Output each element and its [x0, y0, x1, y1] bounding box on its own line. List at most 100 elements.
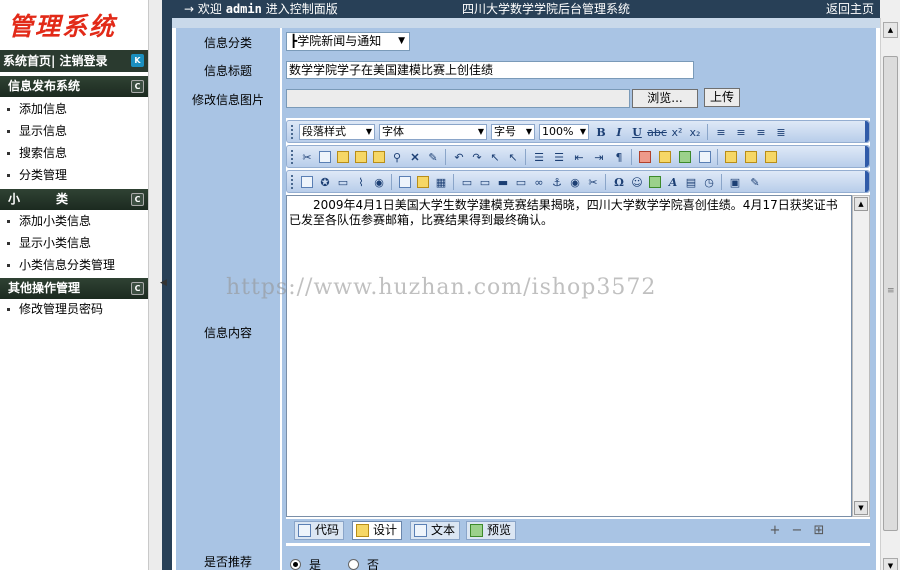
scroll-down-icon[interactable]: ▼ [854, 501, 868, 515]
indent-icon[interactable]: ⇥ [591, 149, 607, 165]
underline-icon[interactable]: U [629, 124, 645, 140]
table-icon[interactable] [397, 174, 413, 190]
toolbar-grip[interactable] [291, 125, 294, 139]
align-right-icon[interactable]: ≡ [753, 124, 769, 140]
art-text-icon[interactable]: A [665, 174, 681, 190]
sidebar-item-search-info[interactable]: 搜索信息 [0, 142, 148, 164]
sidebar-item-add-subcategory[interactable]: 添加小类信息 [0, 210, 148, 232]
collapse-all-button[interactable]: K [131, 54, 144, 67]
subscript-icon[interactable]: x₂ [687, 124, 703, 140]
enlarge-icon[interactable]: + [768, 524, 782, 538]
grid-icon[interactable]: ▦ [433, 174, 449, 190]
title-input[interactable]: 数学学院学子在美国建模比赛上创佳绩 [286, 61, 694, 79]
code-mode-button[interactable]: 代码 [294, 521, 345, 540]
redo-icon[interactable]: ↷ [469, 149, 485, 165]
shrink-icon[interactable]: − [790, 524, 804, 538]
attachment-icon[interactable]: ⌇ [353, 174, 369, 190]
table-props-icon[interactable] [415, 174, 431, 190]
scroll-down-icon[interactable]: ▼ [883, 558, 898, 570]
section-header-subcategory[interactable]: 小 类 C [0, 189, 148, 210]
flash-icon[interactable]: ✪ [317, 174, 333, 190]
design-mode-button[interactable]: 设计 [352, 521, 403, 540]
strikethrough-icon[interactable]: abc [647, 124, 667, 140]
paste-icon[interactable] [335, 149, 351, 165]
fullscreen-icon[interactable]: ▣ [727, 174, 743, 190]
highlight-icon[interactable] [657, 149, 673, 165]
web-icon[interactable]: ◉ [371, 174, 387, 190]
date-icon[interactable]: ▤ [683, 174, 699, 190]
horizontal-rule-icon[interactable]: ▬ [495, 174, 511, 190]
sidebar-item-show-info[interactable]: 显示信息 [0, 120, 148, 142]
sidebar-item-add-info[interactable]: 添加信息 [0, 98, 148, 120]
text-color-icon[interactable] [637, 149, 653, 165]
excel-icon[interactable] [647, 174, 663, 190]
upload-button[interactable]: 上传 [704, 88, 740, 107]
section-toggle-button[interactable]: C [131, 193, 144, 206]
fieldset-icon[interactable]: ▭ [459, 174, 475, 190]
editor-vertical-scrollbar[interactable]: ▲ ▼ [852, 195, 870, 517]
italic-icon[interactable]: I [611, 124, 627, 140]
font-size-select[interactable]: 字号 ▼ [491, 124, 535, 140]
undo-icon[interactable]: ↶ [451, 149, 467, 165]
unordered-list-icon[interactable]: ☰ [551, 149, 567, 165]
marquee-icon[interactable]: ▭ [513, 174, 529, 190]
unlink-icon[interactable]: ✂ [585, 174, 601, 190]
section-header-info-publish[interactable]: 信息发布系统 C [0, 76, 148, 97]
paste-word-icon[interactable] [371, 149, 387, 165]
media-icon[interactable]: ▭ [335, 174, 351, 190]
section-toggle-button[interactable]: C [131, 282, 144, 295]
align-justify-icon[interactable]: ≣ [773, 124, 789, 140]
copy-icon[interactable] [317, 149, 333, 165]
anchor-icon[interactable]: ⚓ [549, 174, 565, 190]
toolbar-grip[interactable] [291, 175, 294, 189]
top-nav-links[interactable]: 系统首页| 注销登录 K [0, 50, 148, 72]
background-color-icon[interactable] [677, 149, 693, 165]
outdent-icon[interactable]: ⇤ [571, 149, 587, 165]
recommend-no-radio[interactable]: 否 [348, 556, 379, 570]
emoticon-icon[interactable]: ☺ [629, 174, 645, 190]
home-logout-links[interactable]: 系统首页| 注销登录 [3, 54, 108, 68]
absolute-position-icon[interactable] [763, 149, 779, 165]
collapse-sidebar-icon[interactable]: ◀ [160, 278, 170, 290]
category-select[interactable]: ┣学院新闻与通知 ▼ [286, 32, 410, 51]
delete-icon[interactable]: ✕ [407, 149, 423, 165]
toolbar-grip[interactable] [291, 150, 294, 164]
editor-content-area[interactable]: 2009年4月1日美国大学生数学建模竞赛结果揭晓，四川大学数学学院喜创佳绩。4月… [286, 195, 852, 517]
zoom-select[interactable]: 100% ▼ [539, 124, 589, 140]
align-center-icon[interactable]: ≡ [733, 124, 749, 140]
home-link[interactable]: 返回主页 [826, 0, 874, 18]
sidebar-item-show-subcategory[interactable]: 显示小类信息 [0, 232, 148, 254]
align-left-icon[interactable]: ≡ [713, 124, 729, 140]
bold-icon[interactable]: B [593, 124, 609, 140]
cut-icon[interactable]: ✂ [299, 149, 315, 165]
recommend-yes-radio[interactable]: 是 [290, 556, 321, 570]
page-vertical-scrollbar[interactable]: ▲ ≡ ▼ [880, 18, 900, 570]
sidebar-item-subcategory-manage[interactable]: 小类信息分类管理 [0, 254, 148, 276]
iframe-icon[interactable]: ▭ [477, 174, 493, 190]
remove-format-icon[interactable] [697, 149, 713, 165]
scroll-up-icon[interactable]: ▲ [883, 22, 898, 38]
select-icon[interactable]: ↖ [487, 149, 503, 165]
format-brush-icon[interactable]: ✎ [425, 149, 441, 165]
hyperlink-icon[interactable]: ◉ [567, 174, 583, 190]
font-select[interactable]: 字体 ▼ [379, 124, 487, 140]
superscript-icon[interactable]: x² [669, 124, 685, 140]
preview-mode-button[interactable]: 预览 [466, 521, 517, 540]
layer-icon[interactable] [743, 149, 759, 165]
section-header-other[interactable]: 其他操作管理 C [0, 278, 148, 299]
link-icon[interactable]: ∞ [531, 174, 547, 190]
sketch-icon[interactable]: ✎ [747, 174, 763, 190]
image-icon[interactable] [299, 174, 315, 190]
maximize-icon[interactable]: ⊞ [812, 524, 826, 538]
time-icon[interactable]: ◷ [701, 174, 717, 190]
sidebar-item-change-password[interactable]: 修改管理员密码 [0, 298, 148, 320]
paragraph-style-select[interactable]: 段落样式 ▼ [299, 124, 375, 140]
section-toggle-button[interactable]: C [131, 80, 144, 93]
ordered-list-icon[interactable]: ☰ [531, 149, 547, 165]
scroll-thumb[interactable]: ≡ [883, 56, 898, 531]
paste-text-icon[interactable] [353, 149, 369, 165]
paragraph-icon[interactable]: ¶ [611, 149, 627, 165]
browse-button[interactable]: 浏览... [632, 89, 698, 108]
text-mode-button[interactable]: 文本 [410, 521, 461, 540]
image-file-input[interactable] [286, 89, 630, 108]
